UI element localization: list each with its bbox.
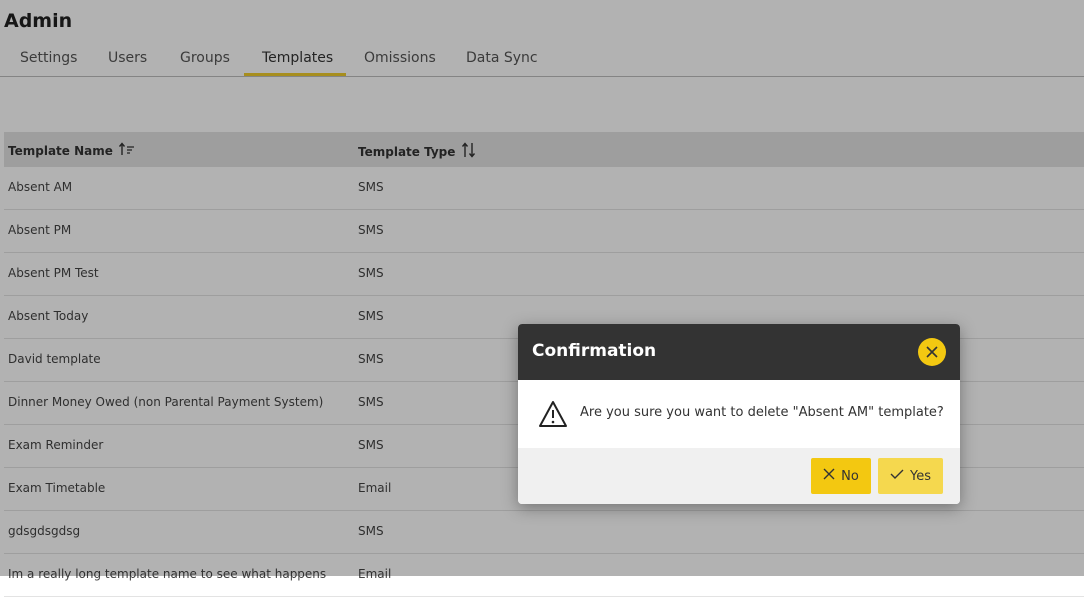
dialog-title: Confirmation [532,341,657,361]
no-button[interactable]: No [811,458,871,494]
dialog-footer: No Yes [518,448,960,504]
close-button[interactable] [918,338,946,366]
check-icon [890,468,904,484]
close-icon [926,343,938,362]
dialog-message: Are you sure you want to delete "Absent … [580,405,944,420]
yes-button[interactable]: Yes [878,458,943,494]
dialog-header: Confirmation [518,324,960,380]
warning-icon [538,400,568,432]
yes-button-label: Yes [910,468,931,484]
confirmation-dialog: Confirmation Are you sure you want to de… [518,324,960,504]
dialog-body: Are you sure you want to delete "Absent … [518,380,960,448]
x-icon [823,468,835,484]
no-button-label: No [841,468,859,484]
